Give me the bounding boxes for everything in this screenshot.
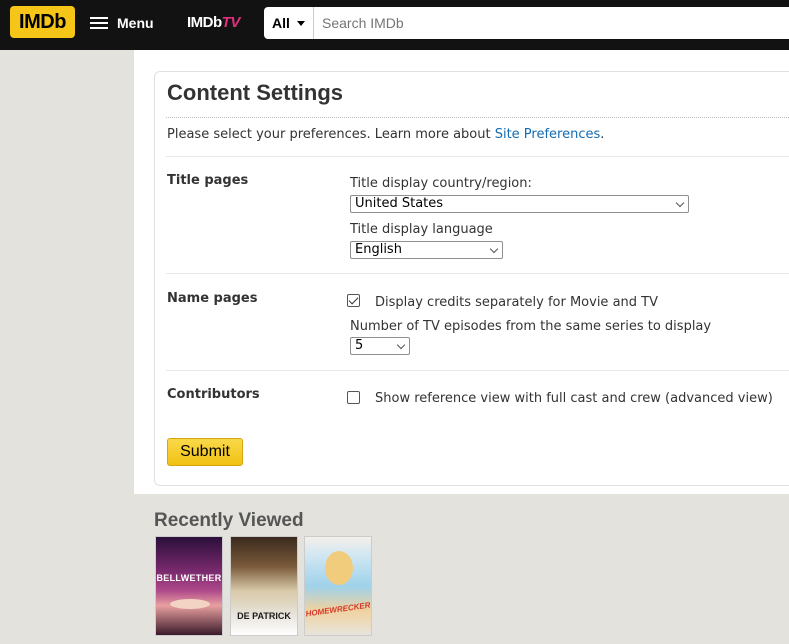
section-divider bbox=[166, 370, 789, 371]
chevron-down-icon bbox=[489, 244, 499, 254]
hamburger-icon bbox=[90, 16, 108, 30]
tv-episodes-value: 5 bbox=[355, 338, 364, 353]
imdb-tv-logo-suffix: TV bbox=[221, 14, 241, 31]
section-divider bbox=[166, 273, 789, 274]
search-input[interactable] bbox=[314, 7, 789, 39]
poster-portrait-icon bbox=[325, 551, 353, 585]
language-label: Title display language bbox=[350, 222, 493, 237]
imdb-tv-logo-main: IMDb bbox=[187, 14, 222, 31]
caret-down-icon bbox=[296, 20, 305, 26]
country-region-label: Title display country/region: bbox=[350, 176, 532, 191]
credits-separately-checkbox[interactable] bbox=[347, 294, 360, 307]
country-region-value: United States bbox=[355, 196, 444, 211]
poster-title: BELLWETHER bbox=[156, 573, 222, 583]
country-region-select[interactable]: United States bbox=[350, 195, 689, 213]
chevron-down-icon bbox=[396, 340, 406, 350]
reference-view-label: Show reference view with full cast and c… bbox=[375, 391, 773, 406]
poster-title: HOMEWRECKER bbox=[305, 600, 371, 619]
contributors-label: Contributors bbox=[167, 387, 260, 402]
poster-eyes-icon bbox=[170, 599, 210, 609]
search-category-dropdown[interactable]: All bbox=[264, 7, 314, 39]
section-divider bbox=[166, 156, 789, 157]
intro-text: Please select your preferences. Learn mo… bbox=[167, 127, 604, 142]
title-divider bbox=[166, 117, 789, 118]
intro-text-end: . bbox=[600, 127, 605, 142]
recently-viewed-title: Recently Viewed bbox=[154, 510, 304, 531]
intro-text-body: Please select your preferences. Learn mo… bbox=[167, 127, 495, 142]
title-pages-label: Title pages bbox=[167, 173, 249, 188]
menu-label: Menu bbox=[117, 15, 154, 31]
poster-homewrecker[interactable]: HOMEWRECKER bbox=[304, 536, 372, 636]
poster-de-patrick[interactable]: DE PATRICK bbox=[230, 536, 298, 636]
search-category-label: All bbox=[272, 15, 290, 31]
top-navigation-bar: IMDb Menu IMDbTV All bbox=[0, 0, 789, 50]
poster-bellwether[interactable]: BELLWETHER bbox=[155, 536, 223, 636]
name-pages-label: Name pages bbox=[167, 291, 258, 306]
credits-separately-label: Display credits separately for Movie and… bbox=[375, 295, 658, 310]
imdb-logo[interactable]: IMDb bbox=[10, 6, 75, 38]
tv-episodes-select[interactable]: 5 bbox=[350, 337, 410, 355]
language-select[interactable]: English bbox=[350, 241, 503, 259]
imdb-tv-link[interactable]: IMDbTV bbox=[187, 14, 240, 31]
submit-button[interactable]: Submit bbox=[167, 438, 243, 466]
menu-button[interactable]: Menu bbox=[90, 6, 154, 40]
reference-view-checkbox[interactable] bbox=[347, 391, 360, 404]
poster-title: DE PATRICK bbox=[237, 611, 291, 621]
search-bar: All bbox=[264, 7, 789, 39]
tv-episodes-label: Number of TV episodes from the same seri… bbox=[350, 319, 712, 334]
site-preferences-link[interactable]: Site Preferences bbox=[495, 127, 601, 142]
checkmark-icon bbox=[348, 294, 359, 305]
page-title: Content Settings bbox=[167, 80, 343, 105]
chevron-down-icon bbox=[675, 198, 685, 208]
language-value: English bbox=[355, 242, 402, 257]
